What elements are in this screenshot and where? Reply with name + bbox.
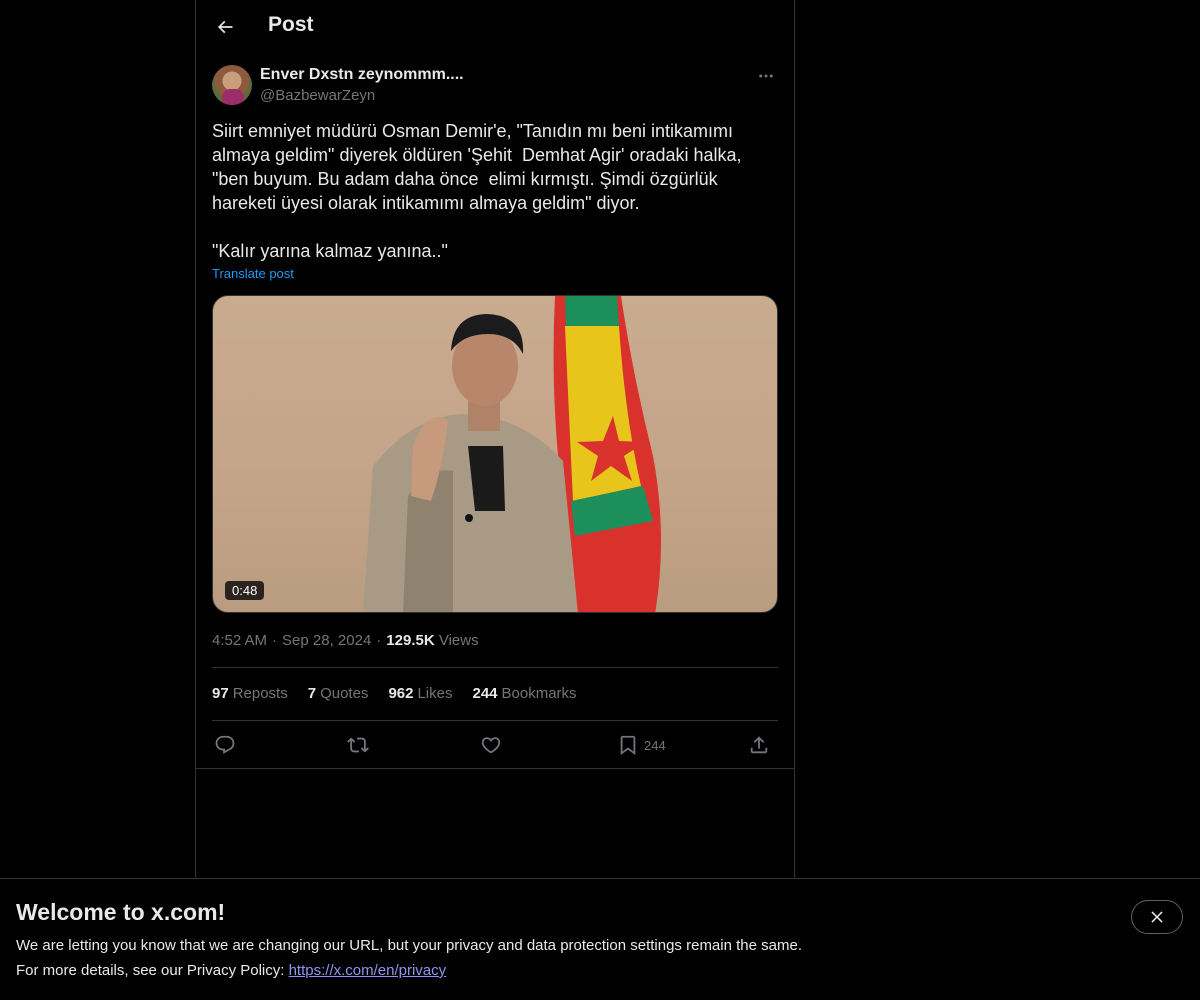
close-icon [1151, 911, 1163, 923]
divider [212, 667, 778, 668]
post-author: Enver Dxstn zeynommm.... @BazbewarZeyn [212, 64, 778, 108]
separator-dot: · [376, 632, 382, 649]
welcome-banner: Welcome to x.com! We are letting you kno… [0, 878, 1200, 1000]
bookmark-button[interactable]: 244 [617, 731, 666, 759]
post-header: Post [196, 0, 794, 54]
share-icon [750, 736, 768, 754]
arrow-left-icon [217, 20, 233, 34]
bookmarks-stat[interactable]: 244 Bookmarks [473, 685, 577, 702]
quotes-label: Quotes [320, 685, 369, 702]
avatar[interactable] [212, 65, 252, 105]
banner-privacy-note: For more details, see our Privacy Policy… [16, 962, 446, 979]
heart-icon [481, 737, 501, 754]
quotes-count: 7 [307, 685, 317, 702]
repost-button[interactable] [347, 731, 369, 759]
reposts-count: 97 [212, 685, 229, 702]
author-handle[interactable]: @BazbewarZeyn [260, 87, 375, 104]
separator-dot: · [272, 632, 278, 649]
reply-icon [215, 735, 235, 754]
privacy-policy-link[interactable]: https://x.com/en/privacy [289, 962, 447, 979]
banner-message: We are letting you know that we are chan… [16, 937, 802, 954]
likes-count: 962 [388, 685, 414, 702]
translate-post-link[interactable]: Translate post [212, 266, 294, 281]
close-banner-button[interactable] [1131, 900, 1183, 934]
reposts-stat[interactable]: 97 Reposts [212, 685, 288, 702]
video-player[interactable]: 0:48 [212, 295, 778, 613]
more-horizontal-icon [759, 74, 773, 78]
reply-button[interactable] [214, 731, 236, 759]
post-stats: 97 Reposts 7 Quotes 962 Likes 244 Bookmarks [212, 685, 577, 702]
more-options-button[interactable] [754, 64, 778, 88]
likes-stat[interactable]: 962 Likes [388, 685, 452, 702]
share-button[interactable] [748, 731, 770, 759]
reposts-label: Reposts [232, 685, 288, 702]
likes-label: Likes [417, 685, 453, 702]
bookmark-icon [620, 735, 636, 756]
views-label: Views [438, 632, 479, 649]
post-text: Siirt emniyet müdürü Osman Demir'e, "Tan… [212, 121, 742, 261]
post-column: Post Enver Dxstn zeynommm.... @BazbewarZ… [195, 0, 795, 878]
post-meta: 4:52 AM · Sep 28, 2024 · 129.5K Views [212, 632, 479, 649]
author-name[interactable]: Enver Dxstn zeynommm.... [260, 66, 464, 84]
banner-title: Welcome to x.com! [16, 899, 226, 925]
bookmarks-label: Bookmarks [501, 685, 577, 702]
video-thumbnail [363, 296, 662, 612]
views-count: 129.5K [386, 632, 435, 649]
bookmark-count: 244 [644, 737, 666, 753]
divider [212, 720, 778, 721]
repost-icon [347, 737, 369, 753]
banner-privacy-prefix: For more details, see our Privacy Policy… [16, 962, 289, 979]
post-time[interactable]: 4:52 AM [212, 632, 267, 649]
bookmarks-count: 244 [472, 685, 498, 702]
post-actions: 244 [212, 731, 778, 759]
video-duration: 0:48 [225, 581, 265, 600]
page-title: Post [268, 13, 314, 36]
quotes-stat[interactable]: 7 Quotes [308, 685, 369, 702]
divider [196, 768, 794, 769]
back-button[interactable] [209, 11, 241, 43]
like-button[interactable] [480, 731, 502, 759]
post-date[interactable]: Sep 28, 2024 [282, 632, 371, 649]
